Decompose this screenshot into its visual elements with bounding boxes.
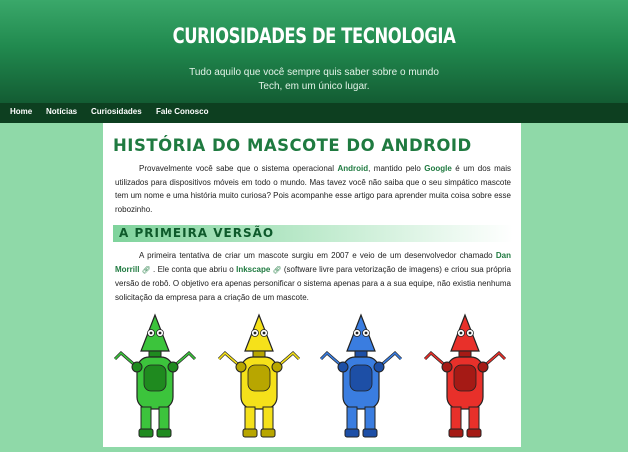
intro-paragraph: Provavelmente você sabe que o sistema op… [115, 162, 511, 216]
section-title: A Primeira Versão [119, 226, 275, 240]
nav-item-home[interactable]: Home [10, 107, 32, 116]
intro-text-2: , mantido pelo [368, 164, 425, 173]
tagline-line-2: Tech, em um único lugar. [258, 81, 370, 92]
nav-item-noticias[interactable]: Notícias [46, 107, 77, 116]
section-text-1: A primeira tentativa de criar um mascote… [139, 251, 496, 260]
external-link-icon: 🔗︎ [272, 266, 282, 274]
main-navigation: Home Notícias Curiosidades Fale Conosco [0, 103, 628, 123]
android-link[interactable]: Android [337, 164, 368, 173]
inkscape-link[interactable]: Inkscape [236, 265, 270, 274]
intro-text-1: Provavelmente você sabe que o sistema op… [139, 164, 338, 173]
robots-image [113, 313, 507, 438]
green-robot [113, 313, 197, 438]
red-robot [423, 313, 507, 438]
section-text-2: . Ele conta que abriu o [150, 264, 237, 274]
nav-item-fale-conosco[interactable]: Fale Conosco [156, 107, 208, 116]
tagline-line-1: Tudo aquilo que você sempre quis saber s… [189, 67, 439, 78]
robot-illustrations [103, 307, 521, 447]
site-header: CURIOSIDADES DE TECNOLOGIA Tudo aquilo q… [0, 0, 628, 103]
blue-robot [319, 313, 403, 438]
site-title[interactable]: CURIOSIDADES DE TECNOLOGIA [69, 24, 559, 48]
article-content: História do Mascote do Android Provavelm… [103, 123, 521, 447]
section-paragraph: A primeira tentativa de criar um mascote… [115, 249, 511, 304]
site-tagline: Tudo aquilo que você sempre quis saber s… [0, 66, 628, 94]
section-header: A Primeira Versão [113, 225, 513, 242]
external-link-icon: 🔗︎ [141, 266, 151, 274]
nav-item-curiosidades[interactable]: Curiosidades [91, 107, 142, 116]
google-link[interactable]: Google [424, 164, 452, 173]
article-title: História do Mascote do Android [113, 136, 472, 155]
yellow-robot [217, 313, 301, 438]
